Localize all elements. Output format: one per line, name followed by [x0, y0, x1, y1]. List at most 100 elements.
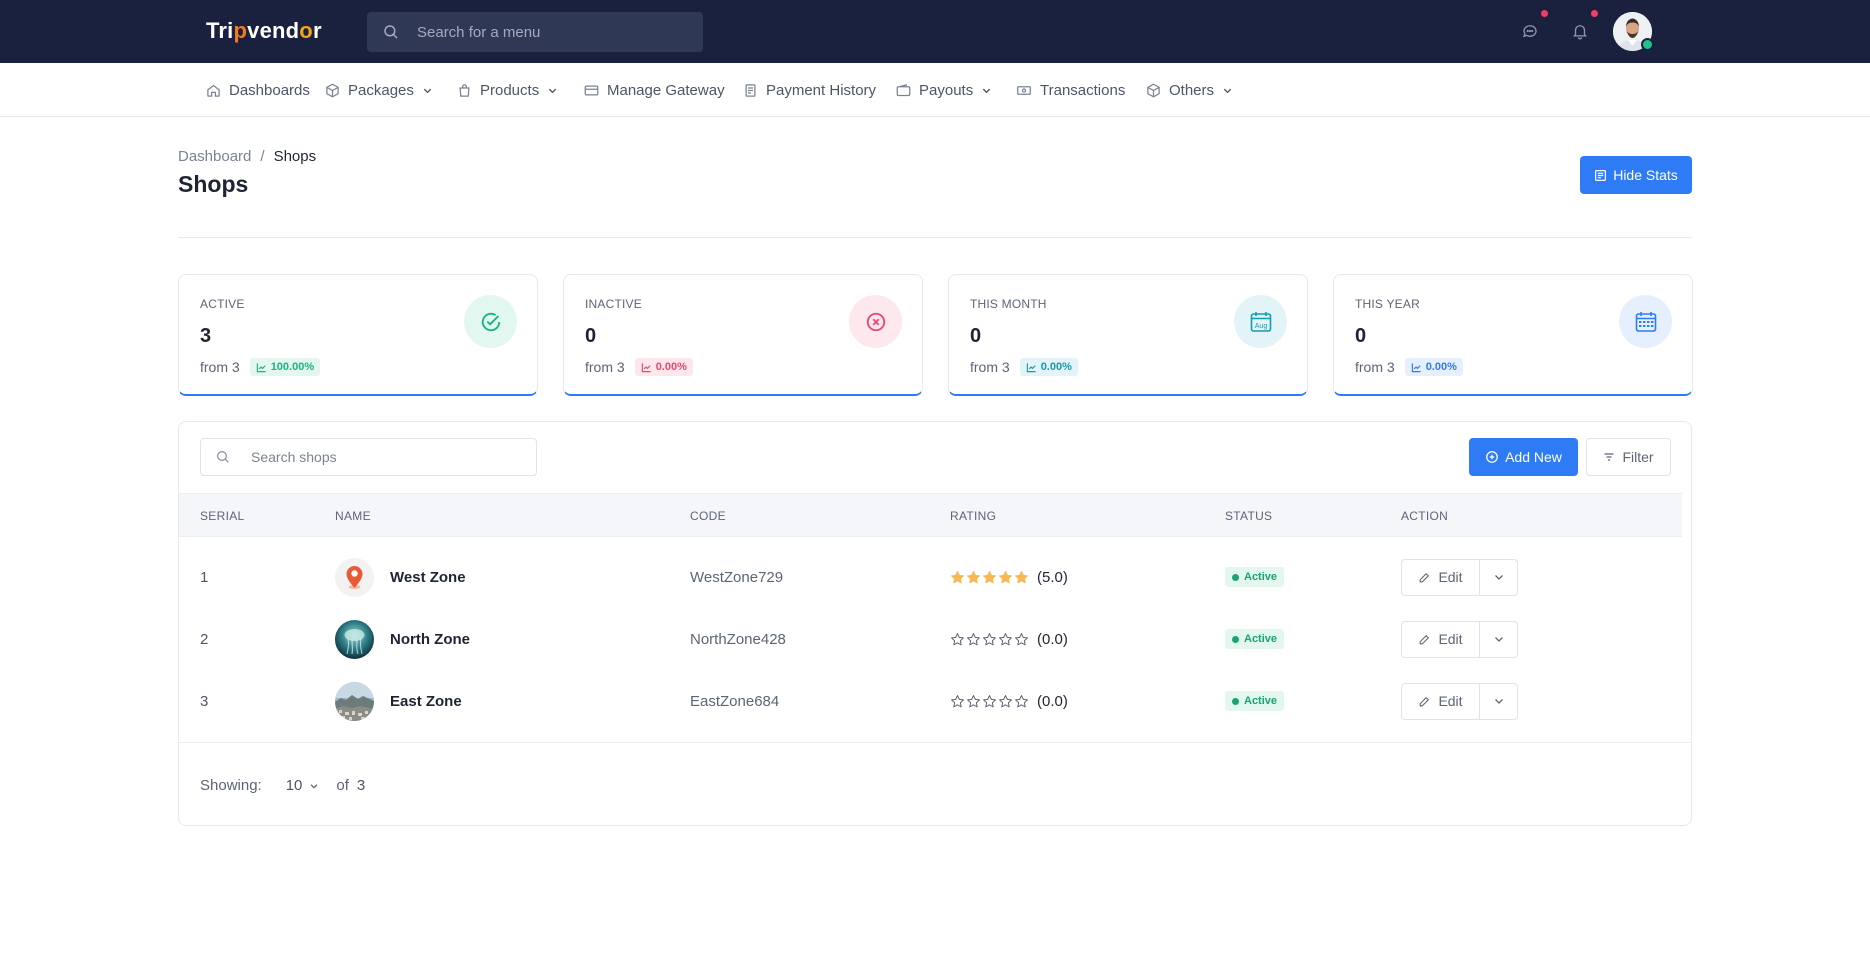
x-circle-icon: [849, 295, 902, 348]
filter-button[interactable]: Filter: [1586, 438, 1671, 476]
map-pin-avatar: [335, 557, 374, 597]
stat-change-badge: 0.00%: [634, 358, 693, 376]
row-rating: (0.0): [950, 670, 1068, 732]
online-indicator: [1641, 38, 1654, 51]
edit-icon: [1420, 696, 1430, 706]
table-footer-divider: [179, 742, 1691, 743]
nav-label: Products: [480, 81, 540, 99]
stat-card-this-year: THIS YEAR 0 from 3 0.00%: [1333, 274, 1693, 396]
nav-item-packages[interactable]: Packages: [325, 63, 433, 117]
star-filled-icon: [983, 570, 996, 583]
row-actions: Edit: [1401, 670, 1518, 732]
chevron-down-icon: [423, 88, 432, 93]
stat-change-value: 100.00%: [270, 361, 315, 373]
chevron-down-icon: [1494, 699, 1503, 704]
nav-label: Payouts: [919, 81, 974, 99]
cube-icon: [1147, 83, 1160, 97]
stat-card-inactive: INACTIVE 0 from 3 0.00%: [563, 274, 923, 396]
shop-name[interactable]: West Zone: [390, 569, 466, 586]
row-name-cell: East Zone: [335, 670, 462, 732]
star-empty-icon: [951, 632, 964, 645]
per-page-select[interactable]: 10: [286, 777, 320, 794]
nav-label: Dashboards: [229, 81, 310, 99]
breadcrumb-separator: /: [260, 148, 265, 165]
status-text: Active: [1244, 695, 1278, 707]
nav-item-transactions[interactable]: Transactions: [1016, 63, 1125, 117]
bell-icon[interactable]: [1571, 22, 1589, 40]
stat-change-value: 0.00%: [1040, 361, 1072, 373]
stat-label: ACTIVE: [200, 297, 245, 311]
stat-from-text: from 3: [200, 359, 240, 375]
edit-label: Edit: [1438, 693, 1463, 709]
total-count: 3: [356, 777, 366, 794]
status-dot: [1232, 573, 1239, 581]
shop-name[interactable]: North Zone: [390, 631, 470, 648]
nav-item-payment-history[interactable]: Payment History: [743, 63, 876, 117]
breadcrumb-root[interactable]: Dashboard: [178, 148, 251, 165]
status-text: Active: [1244, 633, 1278, 645]
nav-item-dashboards[interactable]: Dashboards: [206, 63, 310, 117]
column-header-serial[interactable]: SERIAL: [200, 509, 245, 523]
column-header-code[interactable]: CODE: [690, 509, 726, 523]
edit-button[interactable]: Edit: [1402, 621, 1480, 657]
chevron-down-icon: [311, 783, 318, 789]
chat-icon[interactable]: [1521, 22, 1539, 40]
rating-stars: [950, 694, 1029, 709]
row-name-cell: North Zone: [335, 608, 470, 670]
stat-from: from 3 0.00%: [585, 358, 693, 376]
edit-icon: [1420, 634, 1430, 644]
breadcrumb: Dashboard / Shops: [178, 148, 316, 165]
rating-stars: [950, 570, 1029, 585]
search-icon: [217, 451, 229, 463]
edit-button[interactable]: Edit: [1402, 683, 1480, 719]
stat-change-badge: 0.00%: [1404, 358, 1463, 376]
stat-card-active: ACTIVE 3 from 3 100.00%: [178, 274, 538, 396]
chevron-down-icon: [1494, 637, 1503, 642]
nav-item-payouts[interactable]: Payouts: [896, 63, 992, 117]
search-icon: [384, 25, 398, 39]
column-header-status[interactable]: STATUS: [1225, 509, 1272, 523]
filter-icon: [1604, 453, 1614, 461]
star-filled-icon: [967, 570, 980, 583]
stat-label: THIS MONTH: [970, 297, 1047, 311]
edit-button[interactable]: Edit: [1402, 559, 1480, 595]
row-actions: Edit: [1401, 608, 1518, 670]
column-header-name[interactable]: NAME: [335, 509, 371, 523]
stat-from: from 3 0.00%: [970, 358, 1078, 376]
bag-icon: [459, 83, 470, 97]
star-empty-icon: [967, 632, 980, 645]
stat-change-badge: 0.00%: [1019, 358, 1078, 376]
shop-search[interactable]: [200, 438, 537, 476]
status-dot: [1232, 697, 1239, 705]
trend-icon: [1411, 362, 1421, 372]
shop-search-input[interactable]: [251, 439, 521, 475]
menu-search[interactable]: [367, 12, 703, 52]
table-row: 1 West Zone WestZone729 (5.0) Active Edi…: [179, 546, 1682, 608]
add-new-button[interactable]: Add New: [1469, 438, 1578, 476]
status-text: Active: [1244, 571, 1278, 583]
of-label: of: [336, 777, 349, 794]
stat-value: 0: [1355, 325, 1367, 347]
column-header-rating[interactable]: RATING: [950, 509, 996, 523]
hide-stats-label: Hide Stats: [1613, 167, 1678, 183]
nav-item-products[interactable]: Products: [457, 63, 558, 117]
shop-name[interactable]: East Zone: [390, 693, 462, 710]
plus-circle-icon: [1486, 451, 1498, 463]
nav-item-manage-gateway[interactable]: Manage Gateway: [584, 63, 725, 117]
filter-label: Filter: [1622, 449, 1654, 465]
more-actions-button[interactable]: [1480, 621, 1517, 657]
nav-label: Transactions: [1040, 81, 1126, 99]
rating-value: (0.0): [1037, 692, 1068, 710]
hide-stats-button[interactable]: Hide Stats: [1580, 156, 1692, 194]
more-actions-button[interactable]: [1480, 559, 1517, 595]
stat-from-text: from 3: [970, 359, 1010, 375]
action-group: Edit: [1401, 558, 1518, 596]
nav-item-others[interactable]: Others: [1146, 63, 1233, 117]
bell-notification-dot: [1589, 8, 1600, 19]
calendar-year-icon: [1619, 295, 1672, 348]
brand-logo[interactable]: Tripvendor: [206, 18, 322, 44]
more-actions-button[interactable]: [1480, 683, 1517, 719]
cash-icon: [1017, 85, 1031, 95]
star-empty-icon: [983, 632, 996, 645]
menu-search-input[interactable]: [417, 12, 687, 52]
